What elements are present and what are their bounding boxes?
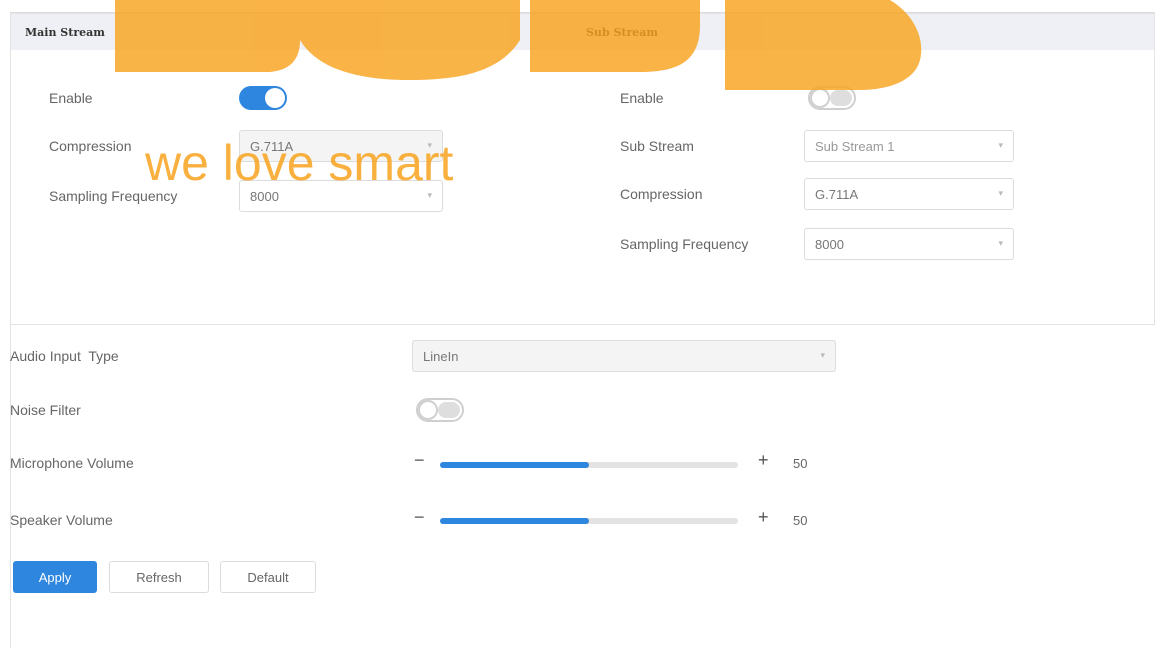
mic-volume-minus-button[interactable]: −	[414, 450, 425, 471]
sub-sampling-label: Sampling Frequency	[620, 236, 749, 252]
sub-enable-label: Enable	[620, 90, 664, 106]
noise-filter-label: Noise Filter	[10, 402, 81, 418]
sub-compression-select[interactable]: G.711A ▾	[804, 178, 1014, 210]
chevron-down-icon: ▾	[820, 350, 825, 360]
main-compression-value: G.711A	[250, 138, 294, 154]
toggle-knob	[418, 400, 438, 420]
chevron-down-icon: ▾	[427, 190, 432, 200]
main-sampling-value: 8000	[250, 188, 279, 204]
toggle-knob	[265, 88, 285, 108]
mic-volume-track[interactable]	[440, 462, 738, 468]
mic-volume-value: 50	[793, 456, 808, 471]
sub-substream-label: Sub Stream	[620, 138, 694, 154]
sub-substream-select[interactable]: Sub Stream 1 ▾	[804, 130, 1014, 162]
speaker-volume-value: 50	[793, 513, 808, 528]
main-enable-label: Enable	[49, 90, 93, 106]
chevron-down-icon: ▾	[998, 140, 1003, 150]
toggle-track	[438, 402, 460, 418]
left-border	[10, 325, 11, 648]
chevron-down-icon: ▾	[427, 140, 432, 150]
sub-stream-header: Sub Stream	[582, 14, 1154, 50]
sub-sampling-value: 8000	[815, 236, 844, 252]
main-compression-select[interactable]: G.711A ▾	[239, 130, 443, 162]
speaker-volume-track[interactable]	[440, 518, 738, 524]
chevron-down-icon: ▾	[998, 188, 1003, 198]
sub-enable-toggle[interactable]	[808, 86, 856, 110]
mic-volume-label: Microphone Volume	[10, 455, 134, 471]
main-sampling-label: Sampling Frequency	[49, 188, 178, 204]
main-sampling-select[interactable]: 8000 ▾	[239, 180, 443, 212]
audio-input-type-value: LineIn	[423, 348, 459, 364]
main-stream-panel: Main Stream Enable Compression G.711A ▾ …	[10, 13, 583, 325]
speaker-volume-minus-button[interactable]: −	[414, 507, 425, 528]
sub-substream-value: Sub Stream 1	[815, 138, 895, 154]
sub-sampling-select[interactable]: 8000 ▾	[804, 228, 1014, 260]
audio-input-type-label: Audio Input Type	[10, 348, 119, 364]
refresh-button[interactable]: Refresh	[109, 561, 209, 593]
sub-compression-value: G.711A	[815, 186, 859, 202]
audio-input-type-select[interactable]: LineIn ▾	[412, 340, 836, 372]
toggle-track	[830, 90, 852, 106]
chevron-down-icon: ▾	[998, 238, 1003, 248]
sub-compression-label: Compression	[620, 186, 703, 202]
speaker-volume-fill	[440, 518, 589, 524]
toggle-knob	[810, 88, 830, 108]
apply-button[interactable]: Apply	[13, 561, 97, 593]
mic-volume-plus-button[interactable]: +	[758, 450, 769, 471]
main-compression-label: Compression	[49, 138, 132, 154]
noise-filter-toggle[interactable]	[416, 398, 464, 422]
default-button[interactable]: Default	[220, 561, 316, 593]
speaker-volume-label: Speaker Volume	[10, 512, 113, 528]
sub-stream-panel: Sub Stream Enable Sub Stream Sub Stream …	[582, 13, 1155, 325]
main-stream-header: Main Stream	[11, 14, 582, 50]
mic-volume-fill	[440, 462, 589, 468]
main-enable-toggle[interactable]	[239, 86, 287, 110]
speaker-volume-plus-button[interactable]: +	[758, 507, 769, 528]
